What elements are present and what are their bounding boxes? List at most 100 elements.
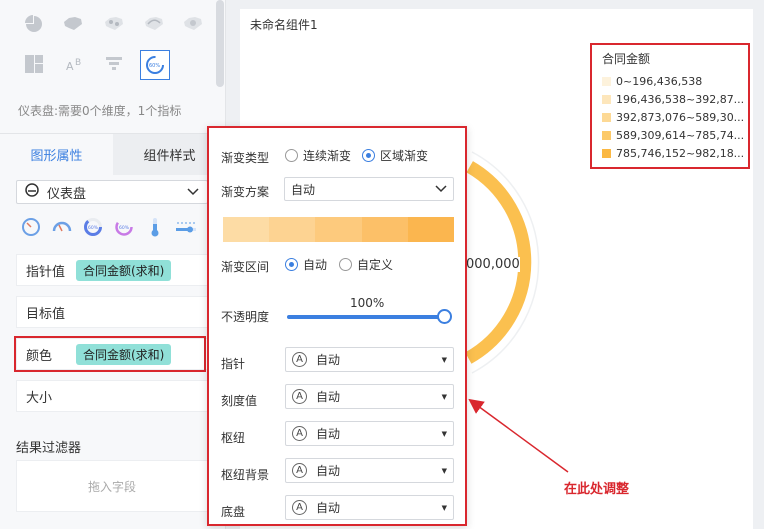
annotation-label: 在此处调整 xyxy=(564,482,630,497)
chevron-down-icon xyxy=(187,185,199,200)
gradient-type-label: 渐变类型 xyxy=(221,151,270,165)
auto-icon: A xyxy=(292,352,307,367)
radio-label: 区域渐变 xyxy=(380,149,429,163)
gauge-variant-ring-icon[interactable]: 60% xyxy=(82,216,104,238)
select-value: 自动 xyxy=(316,353,341,367)
filter-drop-zone[interactable]: 拖入字段 xyxy=(16,460,208,512)
radio-label: 连续渐变 xyxy=(303,149,352,163)
hub-background-setting-label: 枢纽背景 xyxy=(221,468,270,482)
result-filter-title: 结果过滤器 xyxy=(16,441,82,456)
pie-chart-icon[interactable] xyxy=(21,12,47,36)
svg-text:60%: 60% xyxy=(149,63,160,69)
select-value: 自动 xyxy=(316,427,341,441)
radio-continuous-gradient[interactable]: 连续渐变 xyxy=(285,147,351,164)
china-map-icon[interactable] xyxy=(60,12,86,36)
radio-dot-selected xyxy=(362,149,375,162)
legend-swatch xyxy=(602,130,611,140)
legend-label: 785,746,152~982,18... xyxy=(616,146,745,160)
pointer-value-field[interactable]: 指针值 合同金额(求和) xyxy=(16,254,208,286)
color-settings-popup: 渐变类型 连续渐变 区域渐变 渐变方案 自动 渐变区间 自动 自定义 100% … xyxy=(207,126,467,526)
legend-label: 196,436,538~392,87... xyxy=(616,92,745,106)
caret-down-icon: ▼ xyxy=(441,355,447,364)
word-cloud-icon[interactable]: AB xyxy=(62,52,88,76)
scatter-map-icon[interactable] xyxy=(101,12,127,36)
legend-item[interactable]: 0~196,436,538 xyxy=(602,72,738,90)
gradient-scheme-select[interactable]: 自动 xyxy=(284,177,454,201)
svg-text:B: B xyxy=(75,58,81,68)
auto-icon: A xyxy=(292,500,307,515)
funnel-icon[interactable] xyxy=(101,52,127,76)
gauge-chart-icon[interactable]: 60% xyxy=(140,50,170,80)
gradient-step xyxy=(269,217,316,242)
legend-item[interactable]: 589,309,614~785,74... xyxy=(602,126,744,144)
properties-panel: AB 60% 仪表盘:需要0个维度，1个指标 图形属性 组件样式 仪表盘 60%… xyxy=(0,0,226,529)
heat-map-icon[interactable] xyxy=(180,12,206,36)
gradient-step xyxy=(223,217,270,242)
gauge-value: 000,000 xyxy=(466,257,520,272)
gauge-variant-arc-icon[interactable]: 60% xyxy=(113,216,135,238)
chart-type-select[interactable]: 仪表盘 xyxy=(16,180,208,204)
radio-range-auto[interactable]: 自动 xyxy=(285,256,327,273)
select-value: 自动 xyxy=(316,464,341,478)
gradient-preview-bar xyxy=(223,217,455,242)
caret-down-icon: ▼ xyxy=(441,429,447,438)
chevron-down-icon xyxy=(435,182,447,196)
pointer-setting-select[interactable]: A 自动 ▼ xyxy=(285,347,454,372)
radio-dot xyxy=(285,149,298,162)
legend-swatch xyxy=(602,148,611,158)
legend-title: 合同金额 xyxy=(602,52,651,66)
svg-text:60%: 60% xyxy=(119,225,130,231)
legend-item[interactable]: 196,436,538~392,87... xyxy=(602,90,744,108)
tick-value-setting-label: 刻度值 xyxy=(221,394,258,408)
opacity-label: 不透明度 xyxy=(221,310,270,324)
opacity-slider-track[interactable] xyxy=(287,315,443,319)
opacity-slider-thumb[interactable] xyxy=(437,309,452,324)
gradient-range-label: 渐变区间 xyxy=(221,260,270,274)
svg-text:A: A xyxy=(66,60,74,73)
svg-text:60%: 60% xyxy=(88,225,99,231)
gauge-variant-slider-icon[interactable] xyxy=(175,216,197,238)
base-setting-select[interactable]: A 自动 ▼ xyxy=(285,495,454,520)
gradient-step xyxy=(407,217,455,242)
hub-setting-label: 枢纽 xyxy=(221,431,246,445)
panel-scrollbar[interactable] xyxy=(216,0,224,87)
flow-map-icon[interactable] xyxy=(141,12,167,36)
tab-graphic-properties[interactable]: 图形属性 xyxy=(0,134,113,175)
target-value-field[interactable]: 目标值 xyxy=(16,296,208,328)
legend-label: 0~196,436,538 xyxy=(616,74,703,88)
treemap-icon[interactable] xyxy=(21,52,47,76)
legend-item[interactable]: 392,873,076~589,30... xyxy=(602,108,744,126)
gauge-variant-semicircle-icon[interactable] xyxy=(51,216,73,238)
pointer-setting-label: 指针 xyxy=(221,357,246,371)
radio-dot xyxy=(339,258,352,271)
auto-icon: A xyxy=(292,389,307,404)
gauge-variant-thermometer-icon[interactable] xyxy=(144,216,166,238)
caret-down-icon: ▼ xyxy=(441,503,447,512)
gradient-step xyxy=(361,217,408,242)
legend-swatch xyxy=(602,76,611,86)
radio-range-custom[interactable]: 自定义 xyxy=(339,256,393,273)
legend-swatch xyxy=(602,112,611,122)
scheme-value: 自动 xyxy=(291,182,316,197)
caret-down-icon: ▼ xyxy=(441,392,447,401)
caret-down-icon: ▼ xyxy=(441,466,447,475)
base-setting-label: 底盘 xyxy=(221,505,246,519)
gradient-scheme-label: 渐变方案 xyxy=(221,185,270,199)
gauge-variant-clock-icon[interactable] xyxy=(20,216,42,238)
legend-label: 589,309,614~785,74... xyxy=(616,128,745,142)
hub-setting-select[interactable]: A 自动 ▼ xyxy=(285,421,454,446)
chart-type-value: 仪表盘 xyxy=(47,186,87,202)
hub-background-setting-select[interactable]: A 自动 ▼ xyxy=(285,458,454,483)
radio-area-gradient[interactable]: 区域渐变 xyxy=(362,147,428,164)
pointer-value-chip[interactable]: 合同金额(求和) xyxy=(76,259,172,281)
chart-requirement-hint: 仪表盘:需要0个维度，1个指标 xyxy=(18,104,182,118)
tick-value-setting-select[interactable]: A 自动 ▼ xyxy=(285,384,454,409)
select-value: 自动 xyxy=(316,501,341,515)
size-field[interactable]: 大小 xyxy=(16,380,208,412)
gauge-icon xyxy=(25,183,39,201)
auto-icon: A xyxy=(292,426,307,441)
legend-item[interactable]: 785,746,152~982,18... xyxy=(602,144,744,162)
color-field-highlight xyxy=(14,336,206,372)
opacity-value: 100% xyxy=(350,296,385,310)
legend-swatch xyxy=(602,94,611,104)
